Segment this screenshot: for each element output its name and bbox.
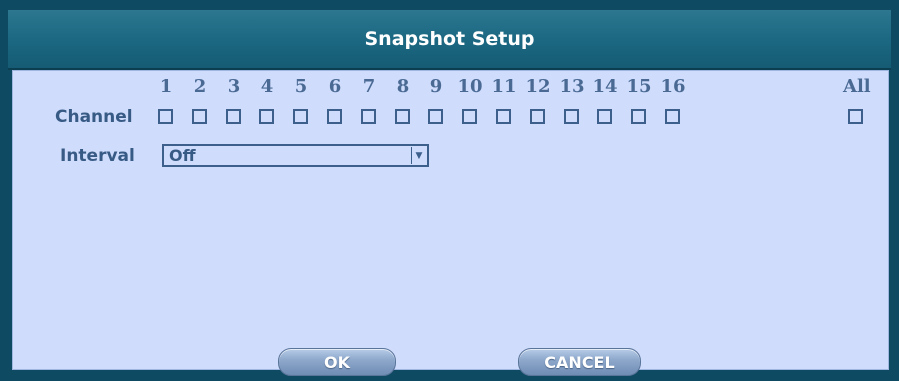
channel-number-8: 8 (396, 76, 410, 97)
channel-checkbox-4[interactable] (259, 109, 274, 124)
channel-number-5: 5 (294, 76, 308, 97)
channel-checkbox-11[interactable] (496, 109, 511, 124)
snapshot-setup-dialog: Snapshot Setup 1 2 3 4 5 6 7 8 9 10 11 12 13 14 15 16 A… (8, 10, 891, 376)
channel-checkbox-8[interactable] (395, 109, 410, 124)
channel-checkbox-10[interactable] (462, 109, 477, 124)
channel-checkbox-5[interactable] (293, 109, 308, 124)
interval-select-value: Off (169, 146, 196, 165)
ok-button[interactable]: OK (278, 348, 396, 376)
channel-checkbox-13[interactable] (564, 109, 579, 124)
channel-number-2: 2 (193, 76, 207, 97)
channel-number-4: 4 (260, 76, 274, 97)
channel-number-16: 16 (660, 76, 686, 97)
channel-number-6: 6 (328, 76, 342, 97)
channel-number-14: 14 (592, 76, 618, 97)
dialog-content: 1 2 3 4 5 6 7 8 9 10 11 12 13 14 15 16 All Channel Inte… (12, 70, 889, 376)
channel-number-3: 3 (227, 76, 241, 97)
dialog-title: Snapshot Setup (364, 28, 535, 50)
channel-label: Channel (55, 107, 133, 127)
channel-checkbox-2[interactable] (192, 109, 207, 124)
channel-number-10: 10 (457, 76, 483, 97)
channel-number-12: 12 (525, 76, 551, 97)
channel-checkbox-14[interactable] (597, 109, 612, 124)
channel-checkbox-12[interactable] (530, 109, 545, 124)
channel-number-1: 1 (159, 76, 173, 97)
channel-checkbox-7[interactable] (361, 109, 376, 124)
all-label: All (843, 76, 871, 97)
channel-checkbox-15[interactable] (631, 109, 646, 124)
channel-checkbox-1[interactable] (158, 109, 173, 124)
channel-number-15: 15 (626, 76, 652, 97)
channel-checkbox-3[interactable] (226, 109, 241, 124)
channel-number-7: 7 (362, 76, 376, 97)
interval-label: Interval (60, 146, 135, 166)
channel-number-9: 9 (429, 76, 443, 97)
channel-checkbox-all[interactable] (848, 109, 863, 124)
chevron-down-icon[interactable]: ▼ (411, 147, 426, 164)
channel-number-13: 13 (559, 76, 585, 97)
channel-number-11: 11 (491, 76, 517, 97)
dialog-titlebar: Snapshot Setup (8, 10, 891, 70)
channel-checkbox-16[interactable] (665, 109, 680, 124)
cancel-button[interactable]: CANCEL (518, 348, 641, 376)
interval-select[interactable]: Off ▼ (162, 144, 429, 167)
channel-checkbox-6[interactable] (327, 109, 342, 124)
channel-checkbox-9[interactable] (428, 109, 443, 124)
